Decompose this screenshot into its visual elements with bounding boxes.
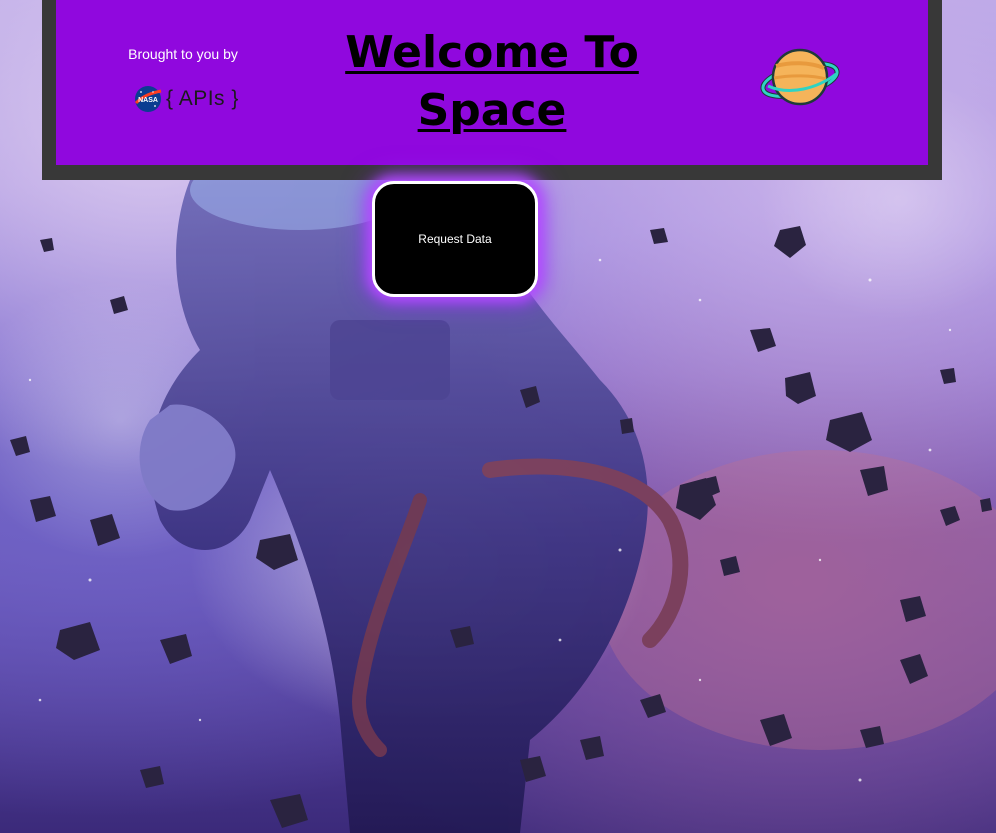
ringed-planet-icon [760, 48, 840, 106]
header-banner: Brought to you by NASA { APIs } Welcome … [56, 0, 928, 165]
header-frame: Brought to you by NASA { APIs } Welcome … [42, 0, 942, 180]
request-data-button[interactable]: Request Data [372, 181, 538, 297]
svg-text:NASA: NASA [138, 97, 158, 104]
api-label: { APIs } [166, 87, 239, 110]
nasa-api-logo: NASA { APIs } [134, 84, 239, 114]
page-title: Welcome To Space [345, 27, 639, 136]
nasa-meatball-icon: NASA [134, 86, 162, 112]
sponsor-caption: Brought to you by [128, 46, 238, 62]
